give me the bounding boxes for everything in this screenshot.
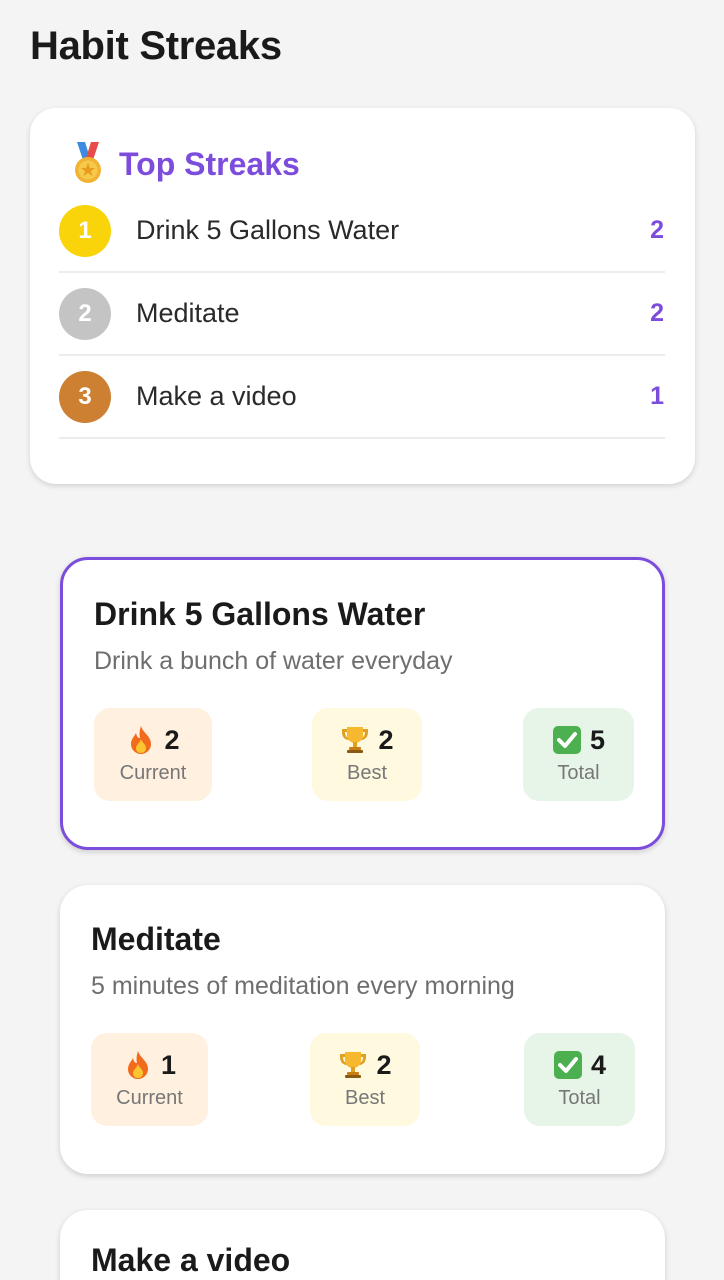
current-streak-label: Current [116, 1086, 183, 1109]
top-streaks-title: Top Streaks [119, 145, 300, 182]
habit-streaks-screen: Habit Streaks Top Streaks 1 Drink 5 Gall… [0, 0, 724, 1280]
fire-icon [131, 726, 152, 754]
current-streak-stat: 1 Current [91, 1033, 208, 1126]
best-streak-stat: 2 Best [310, 1033, 420, 1126]
trophy-icon [340, 1052, 367, 1078]
habit-card-meditate[interactable]: Meditate 5 minutes of meditation every m… [60, 885, 665, 1174]
best-streak-label: Best [344, 1086, 386, 1109]
habit-stats: 2 Current 2 Best 5 Total [94, 708, 634, 801]
habit-description: 5 minutes of meditation every morning [91, 972, 515, 1000]
medal-icon [75, 142, 101, 183]
habit-card-drink-water[interactable]: Drink 5 Gallons Water Drink a bunch of w… [60, 557, 665, 850]
best-streak-label: Best [346, 761, 388, 784]
best-streak-value: 2 [376, 1049, 392, 1080]
rank-badge-2: 2 [59, 287, 111, 340]
habit-title: Meditate [91, 921, 221, 957]
top-streak-name: Drink 5 Gallons Water [136, 215, 400, 245]
total-completions-value: 5 [589, 724, 606, 755]
top-streak-count: 2 [650, 216, 664, 244]
rank-badge-3: 3 [59, 370, 111, 423]
habit-title: Make a video [91, 1242, 291, 1278]
top-streak-row-1[interactable]: 1 Drink 5 Gallons Water 2 [59, 190, 665, 273]
top-streak-name: Meditate [136, 298, 240, 328]
current-streak-value: 2 [164, 724, 180, 755]
total-completions-value: 4 [590, 1049, 607, 1080]
top-streak-row-2[interactable]: 2 Meditate 2 [59, 273, 665, 356]
total-completions-label: Total [558, 1086, 601, 1109]
total-completions-stat: 5 Total [523, 708, 634, 801]
habit-title: Drink 5 Gallons Water [94, 596, 426, 632]
current-streak-value: 1 [160, 1049, 177, 1080]
fire-icon [127, 1051, 148, 1079]
current-streak-label: Current [119, 761, 187, 784]
top-streak-count: 1 [650, 382, 664, 410]
habit-card-make-video[interactable]: Make a video [60, 1210, 665, 1280]
current-streak-stat: 2 Current [94, 708, 212, 801]
check-mark-icon [552, 726, 581, 754]
trophy-icon [342, 727, 369, 753]
total-completions-label: Total [557, 761, 600, 784]
top-streak-row-3[interactable]: 3 Make a video 1 [59, 356, 665, 439]
rank-badge-1: 1 [59, 204, 111, 257]
top-streak-count: 2 [650, 299, 664, 327]
best-streak-value: 2 [378, 724, 394, 755]
habit-description: Drink a bunch of water everyday [94, 647, 453, 675]
page-title: Habit Streaks [30, 24, 282, 68]
total-completions-stat: 4 Total [524, 1033, 635, 1126]
best-streak-stat: 2 Best [312, 708, 422, 801]
top-streaks-header: Top Streaks [59, 138, 665, 190]
check-mark-icon [553, 1051, 582, 1079]
top-streaks-card: Top Streaks 1 Drink 5 Gallons Water 2 2 … [30, 108, 695, 484]
top-streak-name: Make a video [136, 381, 297, 411]
habit-stats: 1 Current 2 Best 4 Total [91, 1033, 635, 1126]
